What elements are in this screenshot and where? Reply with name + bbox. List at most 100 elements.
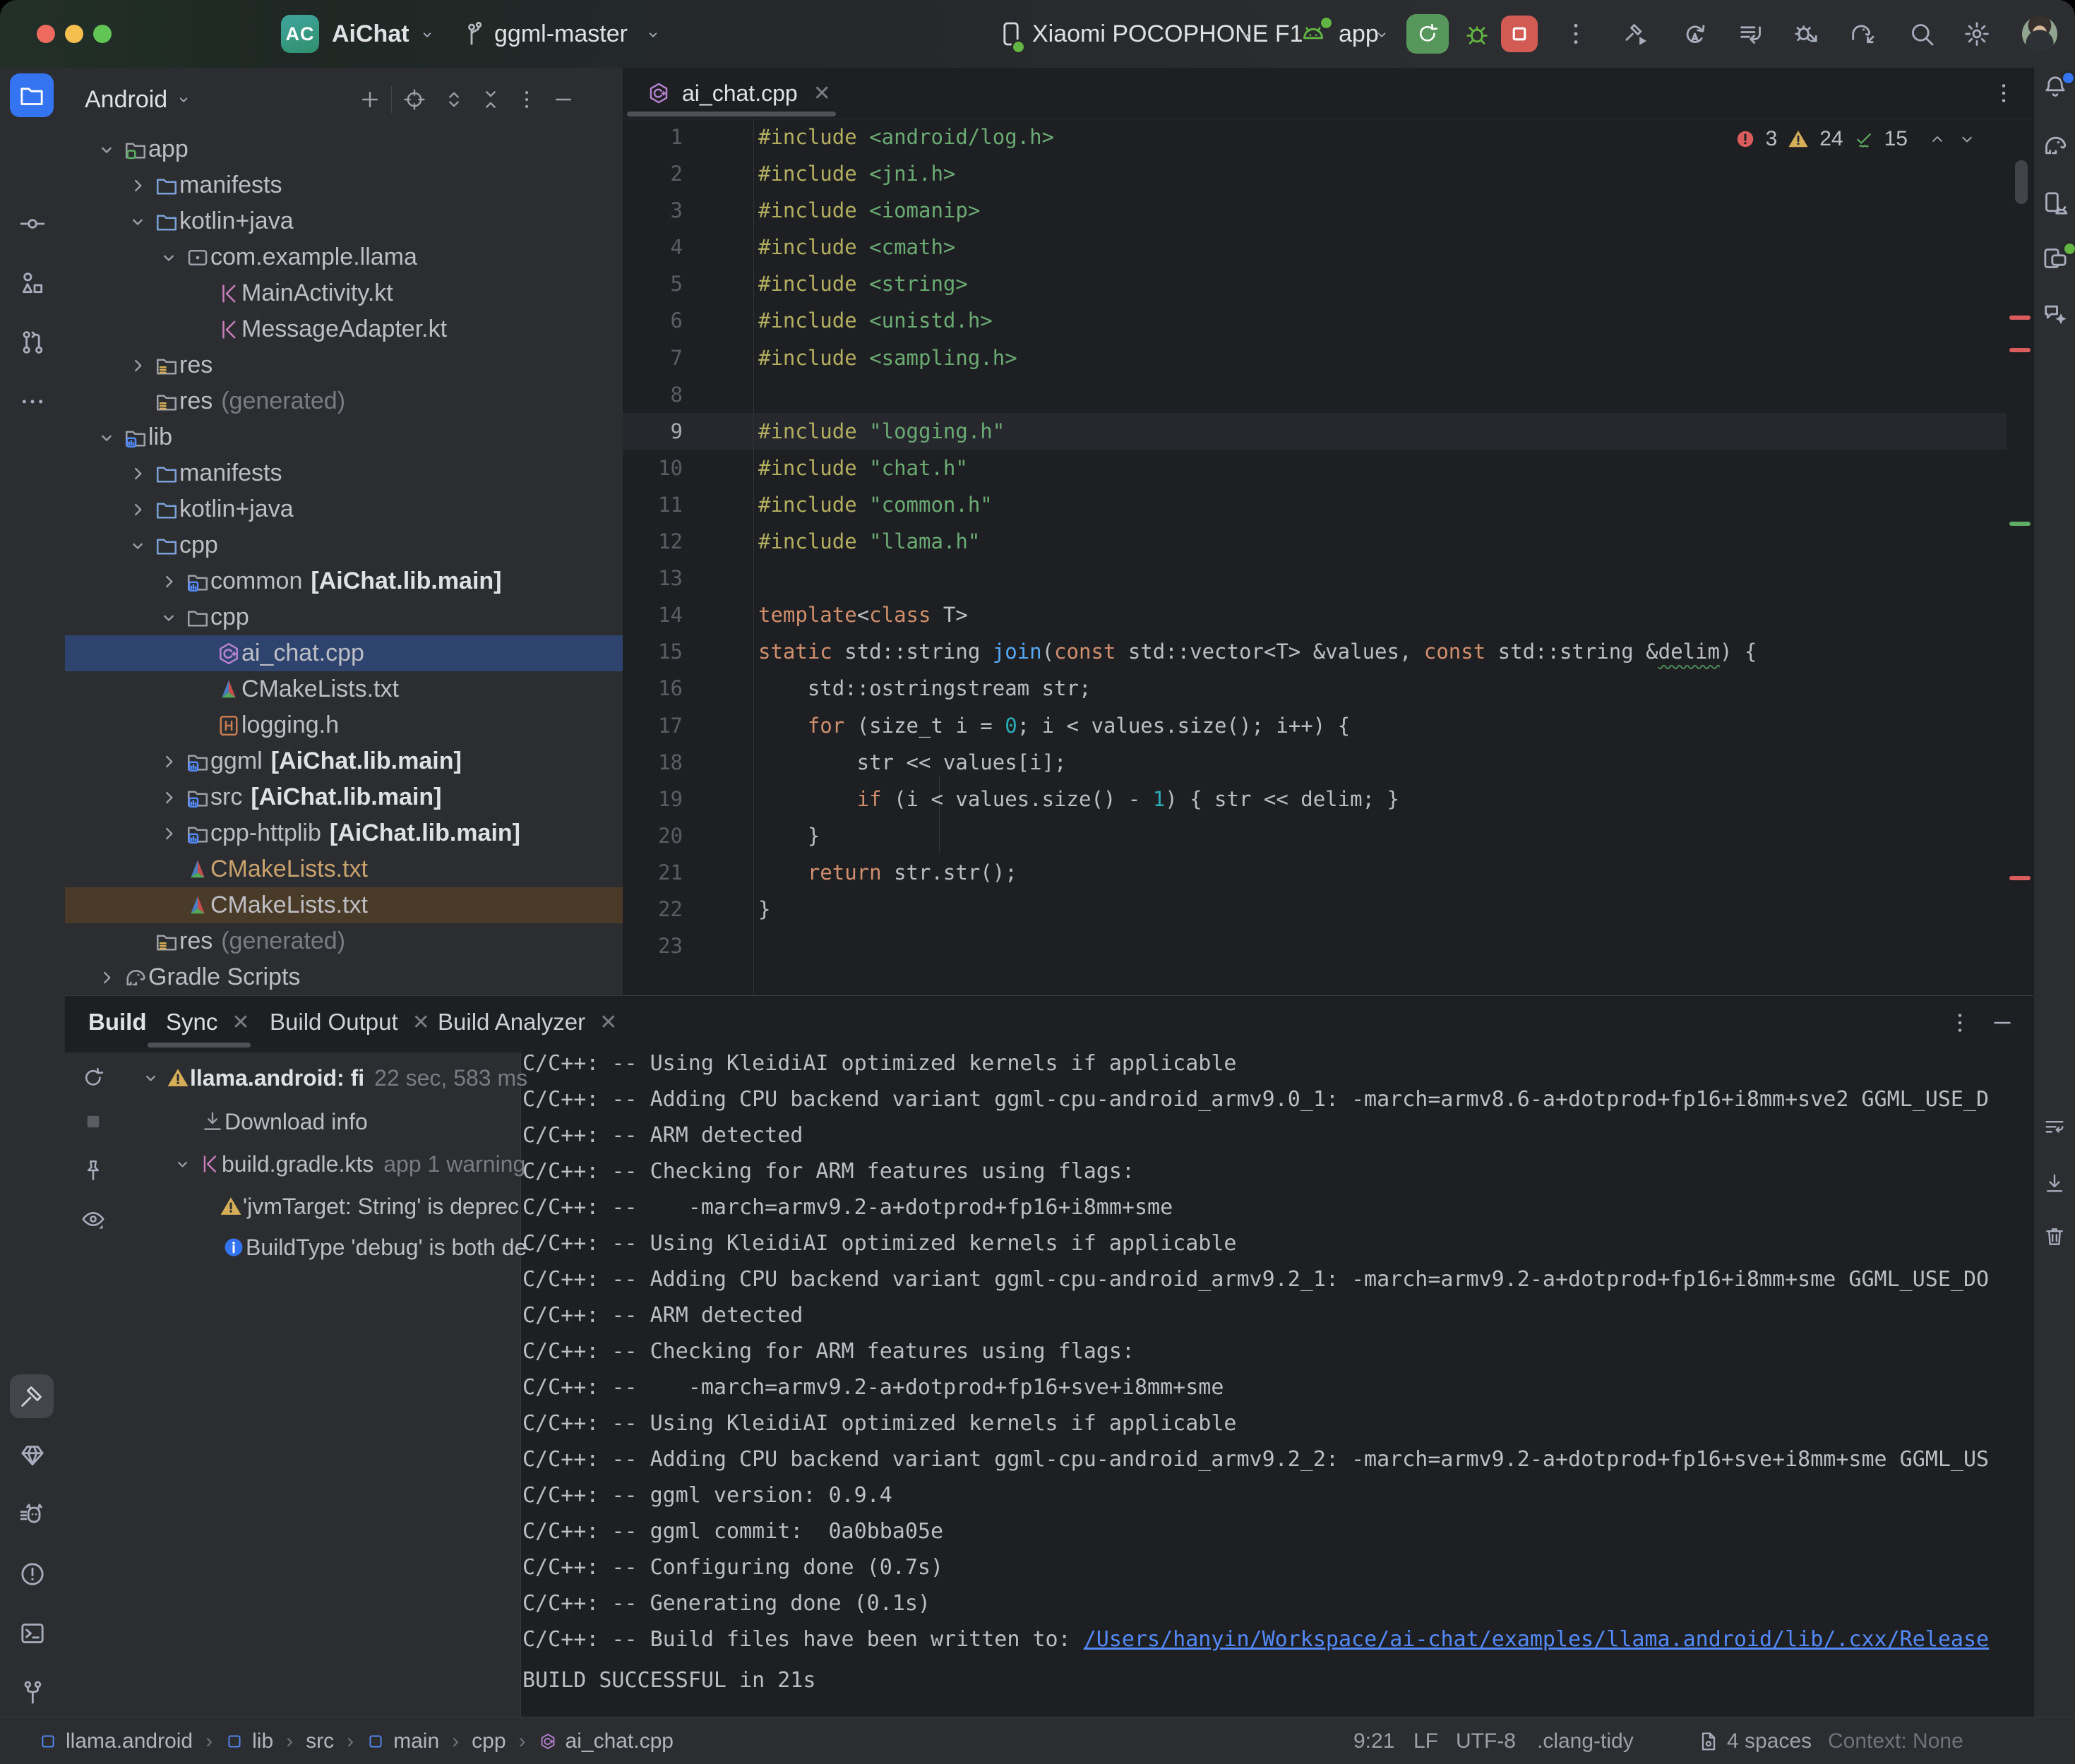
chevron-down-icon[interactable] (121, 210, 154, 234)
sidebar-item-structure[interactable] (18, 269, 47, 297)
tree-item-cpp-httplib[interactable]: cpp-httplib[AiChat.lib.main] (65, 815, 623, 851)
tree-item-common[interactable]: common[AiChat.lib.main] (65, 563, 623, 599)
console-clear-button[interactable] (2043, 1225, 2067, 1249)
zoom-window-button[interactable] (93, 25, 112, 43)
breadcrumb[interactable]: llama.android›lib›src›main›cpp›ai_chat.c… (39, 1729, 674, 1753)
linter-indicator[interactable]: .clang-tidy (1537, 1729, 1634, 1753)
chevron-down-icon[interactable] (90, 426, 123, 450)
minimize-window-button[interactable] (65, 25, 83, 43)
sidebar-item-build[interactable] (10, 1374, 54, 1418)
search-everywhere-button[interactable] (1908, 20, 1936, 48)
chevron-down-icon[interactable] (153, 606, 185, 630)
success-stripe-mark[interactable] (2009, 522, 2031, 526)
encoding-indicator[interactable]: UTF-8 (1456, 1729, 1516, 1753)
chevron-down-icon[interactable] (121, 534, 154, 558)
sidebar-item-gradle[interactable] (2041, 131, 2069, 160)
breadcrumb-item-cpp[interactable]: cpp (472, 1729, 506, 1753)
tree-item-ggml[interactable]: ggml[AiChat.lib.main] (65, 743, 623, 779)
tree-item-manifests[interactable]: manifests (65, 455, 623, 491)
breadcrumb-item-llama-android[interactable]: llama.android (39, 1729, 193, 1753)
error-stripe-mark[interactable] (2009, 348, 2031, 352)
build-console[interactable]: C/C++: -- Using KleidiAI optimized kerne… (522, 1052, 2033, 1717)
caret-position[interactable]: 9:21 (1353, 1729, 1394, 1753)
prev-problem-icon[interactable] (1927, 129, 1947, 149)
chevron-down-icon[interactable] (167, 1153, 198, 1175)
sidebar-item-terminal[interactable] (18, 1619, 47, 1648)
sidebar-item-project[interactable] (10, 73, 54, 117)
settings-button[interactable] (1963, 20, 1991, 48)
console-file-link[interactable]: /Users/hanyin/Workspace/ai-chat/examples… (1084, 1627, 1989, 1652)
close-tab-icon[interactable]: ✕ (412, 1010, 430, 1035)
console-soft-wrap-button[interactable] (2043, 1115, 2067, 1139)
hide-build-panel-button[interactable] (1990, 1010, 2015, 1036)
device-selector[interactable]: Xiaomi POCOPHONE F1 (1032, 0, 1303, 68)
tree-item-cmakelists-txt[interactable]: CMakeLists.txt (65, 887, 623, 923)
chevron-down-icon[interactable] (153, 246, 185, 270)
breadcrumb-item-src[interactable]: src (306, 1729, 334, 1753)
chevron-right-icon[interactable] (121, 498, 154, 522)
build-options-button[interactable] (1947, 1010, 1973, 1036)
branch-selector[interactable]: ggml-master (494, 0, 628, 68)
editor-options-button[interactable] (1991, 80, 2016, 106)
tree-item-lib[interactable]: lib (65, 419, 623, 455)
close-window-button[interactable] (37, 25, 55, 43)
tree-item-cpp[interactable]: cpp (65, 527, 623, 563)
console-scroll-end-button[interactable] (2043, 1171, 2067, 1195)
tree-item-messageadapter-kt[interactable]: MessageAdapter.kt (65, 311, 623, 347)
attach-debugger-button[interactable] (1792, 20, 1820, 48)
locate-file-button[interactable] (402, 88, 426, 112)
sync-translate-button[interactable] (1680, 20, 1709, 48)
stop-button[interactable] (1501, 16, 1538, 52)
tree-item-res[interactable]: res(generated) (65, 383, 623, 419)
sidebar-item-problems[interactable] (18, 1560, 47, 1588)
build-analyzer-button[interactable] (1737, 20, 1765, 48)
chevron-right-icon[interactable] (153, 822, 185, 846)
more-run-actions-button[interactable] (1562, 20, 1590, 48)
build-tree-item-0[interactable]: llama.android: fi22 sec, 583 ms (65, 1060, 591, 1096)
tree-item-res[interactable]: res(generated) (65, 923, 623, 959)
tree-item-com-example-llama[interactable]: com.example.llama (65, 239, 623, 275)
chevron-right-icon[interactable] (153, 750, 185, 774)
chevron-right-icon[interactable] (153, 570, 185, 594)
chevron-down-icon[interactable] (90, 138, 123, 162)
project-selector[interactable]: AiChat (332, 0, 409, 68)
build-window-title[interactable]: Build (88, 996, 146, 1048)
sidebar-item-pull-requests[interactable] (18, 328, 47, 356)
tree-item-manifests[interactable]: manifests (65, 167, 623, 203)
tree-item-logging-h[interactable]: logging.h (65, 707, 623, 743)
tab-sync[interactable]: Sync ✕ (166, 996, 250, 1048)
next-problem-icon[interactable] (1957, 129, 1977, 149)
build-run-button[interactable] (1622, 20, 1651, 48)
tree-item-ai-chat-cpp[interactable]: ai_chat.cpp (65, 635, 623, 671)
sidebar-item-version-control[interactable] (18, 1679, 47, 1707)
gradle-sync-button[interactable] (1848, 20, 1877, 48)
sidebar-item-app-quality[interactable] (18, 1441, 47, 1470)
breadcrumb-item-lib[interactable]: lib (225, 1729, 273, 1753)
tree-item-kotlin-java[interactable]: kotlin+java (65, 203, 623, 239)
sidebar-item-commit[interactable] (18, 210, 47, 238)
error-stripe-mark[interactable] (2009, 876, 2031, 880)
tree-item-res[interactable]: res (65, 347, 623, 383)
sidebar-item-more-tools[interactable] (18, 388, 47, 416)
collapse-all-button[interactable] (479, 88, 503, 112)
chevron-down-icon[interactable] (136, 1067, 166, 1089)
tree-item-cmakelists-txt[interactable]: CMakeLists.txt (65, 851, 623, 887)
hide-panel-button[interactable] (551, 88, 575, 112)
add-button[interactable] (358, 88, 382, 112)
chevron-right-icon[interactable] (90, 966, 123, 990)
breadcrumb-item-main[interactable]: main (366, 1729, 439, 1753)
chevron-right-icon[interactable] (121, 174, 154, 198)
close-tab-icon[interactable]: ✕ (599, 1010, 617, 1035)
sidebar-item-device-manager[interactable] (2041, 189, 2069, 217)
close-tab-icon[interactable]: ✕ (813, 81, 831, 106)
tree-item-app[interactable]: app (65, 131, 623, 167)
debug-button[interactable] (1463, 20, 1491, 48)
tree-item-src[interactable]: src[AiChat.lib.main] (65, 779, 623, 815)
editor-scrollbar[interactable] (2015, 160, 2028, 204)
tree-item-mainactivity-kt[interactable]: MainActivity.kt (65, 275, 623, 311)
project-view-selector[interactable]: Android (85, 68, 193, 131)
code-editor[interactable]: #include <android/log.h>#include <jni.h>… (754, 119, 1926, 995)
sidebar-item-logcat[interactable] (18, 1501, 47, 1529)
user-avatar[interactable] (2022, 16, 2057, 52)
close-tab-icon[interactable]: ✕ (232, 1010, 249, 1035)
